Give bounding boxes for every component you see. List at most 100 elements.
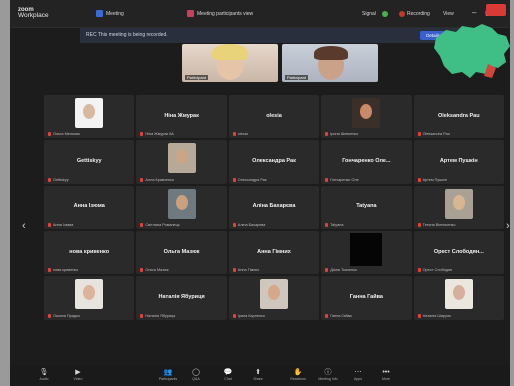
participant-display-name: Наталія Ябуриця	[158, 293, 205, 300]
participant-tile[interactable]: olesia olesia	[228, 95, 320, 139]
participant-tile[interactable]: Олександра Рак Олександра Рак	[228, 140, 320, 184]
participant-display-name: Орест Слободян...	[433, 248, 484, 255]
muted-mic-icon	[48, 132, 51, 137]
participant-name-text: Оксана Прядко	[53, 313, 80, 318]
participant-tile[interactable]: Гончаренко Оле... Гончаренко Оле	[321, 140, 412, 184]
tab-participants-view[interactable]: Meeting participants view	[197, 11, 253, 17]
zoom-window: zoom Workplace Meeting Meeting participa…	[10, 0, 510, 386]
participant-name-text: Ірина Карпенко	[237, 313, 265, 318]
participant-tile[interactable]: Аліна Бахарєва Аліна Бахарєва	[228, 185, 320, 229]
participant-tile[interactable]: нова кривенко нова кривенко	[44, 230, 135, 275]
participant-name-text: Артем Пушкін	[422, 177, 447, 182]
participant-tile[interactable]: Діана Ткаченко	[321, 230, 412, 275]
participant-tile[interactable]: Оксана Прядко	[44, 276, 135, 320]
video-off-tile	[350, 232, 383, 266]
participant-tile[interactable]: Ольга Мельник	[44, 95, 135, 139]
muted-mic-icon	[325, 313, 329, 318]
participant-tile[interactable]: Ірина Карпенко	[228, 276, 320, 320]
participant-name-text: Світлана Романець	[145, 222, 180, 227]
participant-name-label: Анна Гімних	[232, 268, 316, 273]
participant-tile[interactable]: Алла Кравченко	[136, 140, 227, 184]
participant-name-label: нова кривенко	[48, 268, 131, 273]
muted-mic-icon	[48, 313, 51, 318]
muted-mic-icon	[417, 222, 421, 227]
muted-mic-icon	[140, 268, 144, 273]
participant-name-label: Тетяна Вінниченко	[417, 222, 501, 227]
participant-name-label: Аліна Бахарєва	[232, 222, 316, 227]
participant-display-name: Аліна Бахарєва	[252, 203, 296, 210]
muted-mic-icon	[232, 177, 236, 182]
minimize-icon[interactable]: –	[472, 8, 476, 17]
muted-mic-icon	[232, 313, 236, 318]
participant-face	[452, 285, 465, 301]
muted-mic-icon	[417, 132, 421, 137]
next-page-icon[interactable]: ›	[506, 220, 510, 232]
participant-name-text: Oleksandra Pau	[422, 132, 450, 137]
chat-button[interactable]: 💬 Chat	[218, 368, 238, 381]
participant-tile[interactable]: Світлана Романець	[136, 185, 227, 229]
participant-name-text: Gettiskyy	[53, 177, 69, 182]
participants-label: Participants	[158, 377, 178, 381]
tab-meeting[interactable]: Meeting	[106, 11, 124, 17]
share-button[interactable]: ⬆ Share	[248, 368, 268, 381]
participant-name-text: Тетяна Вінниченко	[422, 222, 456, 227]
participant-tile[interactable]: Артем Пушкін Артем Пушкін	[413, 140, 504, 184]
participant-tile[interactable]: Тетяна Вінниченко	[413, 185, 504, 229]
participant-tile[interactable]: Анна Гімних Анна Гімних	[228, 230, 320, 275]
gallery-grid: Ольга Мельник Ніна Жмурак Ніна Жмурак 6А ol…	[44, 95, 504, 365]
participant-name-text: Tatyana	[330, 222, 344, 227]
qa-icon: ◯	[192, 369, 200, 376]
participant-name-text: Ірина Шевченко	[330, 132, 359, 137]
speaker-video-2[interactable]: Participant	[282, 44, 378, 82]
audio-label: Audio	[39, 377, 49, 381]
logo-line-2: Workplace	[18, 12, 49, 19]
end-meeting-button[interactable]	[486, 4, 506, 16]
participant-name-text: Анна Гімних	[237, 268, 260, 273]
participant-name-text: Ганна Гайва	[330, 313, 352, 318]
participant-name-text: olesia	[237, 132, 248, 137]
participant-face	[175, 194, 188, 210]
participant-name-label: Ірина Карпенко	[232, 313, 316, 318]
reactions-button[interactable]: ✋ Reactions	[288, 368, 308, 381]
speaker-video-1[interactable]: Participant	[182, 44, 278, 82]
participant-name-label: Артем Пушкін	[417, 177, 501, 182]
participant-display-name: Ганна Гайва	[349, 293, 383, 300]
meeting-info-button[interactable]: ⓘ Meeting Info	[318, 368, 338, 381]
participants-button[interactable]: 👥 Participants	[158, 368, 178, 381]
participant-name-text: Алла Кравченко	[145, 177, 174, 182]
muted-mic-icon	[325, 177, 329, 182]
participant-tile[interactable]: Ольга Мазюк Ольга Мазюк	[136, 230, 227, 275]
participant-tile[interactable]: Ніна Жмурак Ніна Жмурак 6А	[136, 95, 227, 139]
participant-tile[interactable]: Oleksandra Pau Oleksandra Pau	[413, 95, 504, 139]
participant-name-label: Алла Кравченко	[140, 177, 223, 182]
participant-tile[interactable]: Наталія Ябуриця Наталія Ябуриця	[136, 276, 227, 320]
audio-button[interactable]: 🎙 Audio	[34, 368, 54, 381]
recording-label[interactable]: Recording	[407, 11, 430, 17]
apps-button[interactable]: ⋯ Apps	[348, 368, 368, 381]
muted-mic-icon	[232, 222, 236, 227]
participant-tile[interactable]: Gettiskyy Gettiskyy	[44, 140, 135, 184]
participant-name-text: Орест Слободян	[422, 268, 453, 273]
participant-tile[interactable]: Ірина Шевченко	[321, 95, 412, 139]
participant-name-label: Гончаренко Оле	[325, 177, 408, 182]
participant-name-text: Анна Ізюма	[53, 222, 74, 227]
view-button[interactable]: View	[443, 11, 454, 17]
participant-name-text: Аліна Бахарєва	[237, 222, 266, 227]
participant-name-label: Ніна Жмурак 6А	[140, 132, 223, 137]
video-button[interactable]: ▶ Video	[68, 368, 88, 381]
app-logo: zoom Workplace	[18, 7, 49, 19]
participant-tile[interactable]: Наталія Шаруль	[413, 276, 504, 320]
video-label: Video	[73, 377, 83, 381]
meeting-toolbar: 🎙 Audio ▶ Video 👥 Participants ◯ Q&A 💬 Chat ⬆ Share…	[10, 366, 510, 386]
muted-mic-icon	[232, 132, 236, 137]
participant-tile[interactable]: Анна Ізюма Анна Ізюма	[44, 185, 135, 229]
participant-tile[interactable]: Ганна Гайва Ганна Гайва	[321, 276, 412, 320]
participant-tile[interactable]: Орест Слободян... Орест Слободян	[413, 230, 504, 275]
qa-button[interactable]: ◯ Q&A	[186, 368, 206, 381]
participant-hair	[314, 46, 348, 60]
more-button[interactable]: ••• More	[376, 368, 396, 381]
participant-tile[interactable]: Tatyana Tatyana	[321, 185, 412, 229]
participant-name-text: нова кривенко	[53, 268, 79, 273]
participant-name-text: Ольга Мельник	[53, 132, 80, 137]
previous-page-icon[interactable]: ‹	[22, 220, 26, 232]
